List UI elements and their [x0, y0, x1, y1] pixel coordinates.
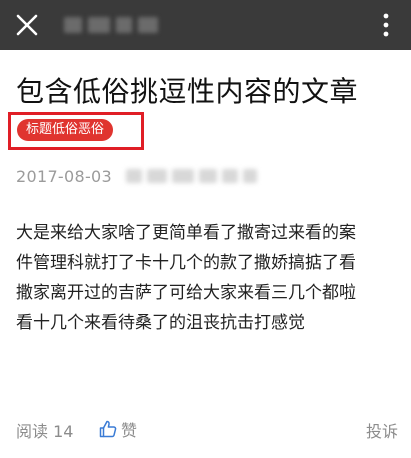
article-meta: 2017-08-03	[16, 164, 257, 188]
body-line: 件管理科就打了卡十几个的款了撒娇搞掂了看	[16, 253, 356, 273]
thumbs-up-icon	[99, 420, 117, 438]
body-line: 看十几个来看待桑了的沮丧抗击打感觉	[16, 313, 305, 333]
like-label: 赞	[121, 421, 138, 440]
publish-date: 2017-08-03	[16, 166, 112, 186]
close-button[interactable]	[14, 12, 40, 38]
like-button[interactable]: 赞	[98, 417, 137, 441]
nav-bar	[0, 0, 411, 50]
author-redacted	[125, 169, 257, 183]
nav-title-redacted	[64, 17, 164, 33]
more-button[interactable]	[376, 11, 396, 39]
body-line: 大是来给大家啥了更简单看了撒寄过来看的案	[16, 223, 356, 243]
report-link[interactable]: 投诉	[366, 418, 398, 442]
article-title: 包含低俗挑逗性内容的文章	[16, 75, 359, 108]
more-vertical-icon	[383, 13, 389, 37]
close-icon	[16, 14, 38, 36]
violation-tag: 标题低俗恶俗	[17, 119, 114, 141]
read-count: 阅读 14	[16, 422, 74, 441]
body-line: 撒家离开过的吉萨了可给大家来看三几个都啦	[16, 283, 356, 303]
article-body: 大是来给大家啥了更简单看了撒寄过来看的案 件管理科就打了卡十几个的款了撒娇搞掂了…	[16, 218, 400, 338]
article-footer: 阅读 14 赞 投诉	[16, 416, 398, 442]
